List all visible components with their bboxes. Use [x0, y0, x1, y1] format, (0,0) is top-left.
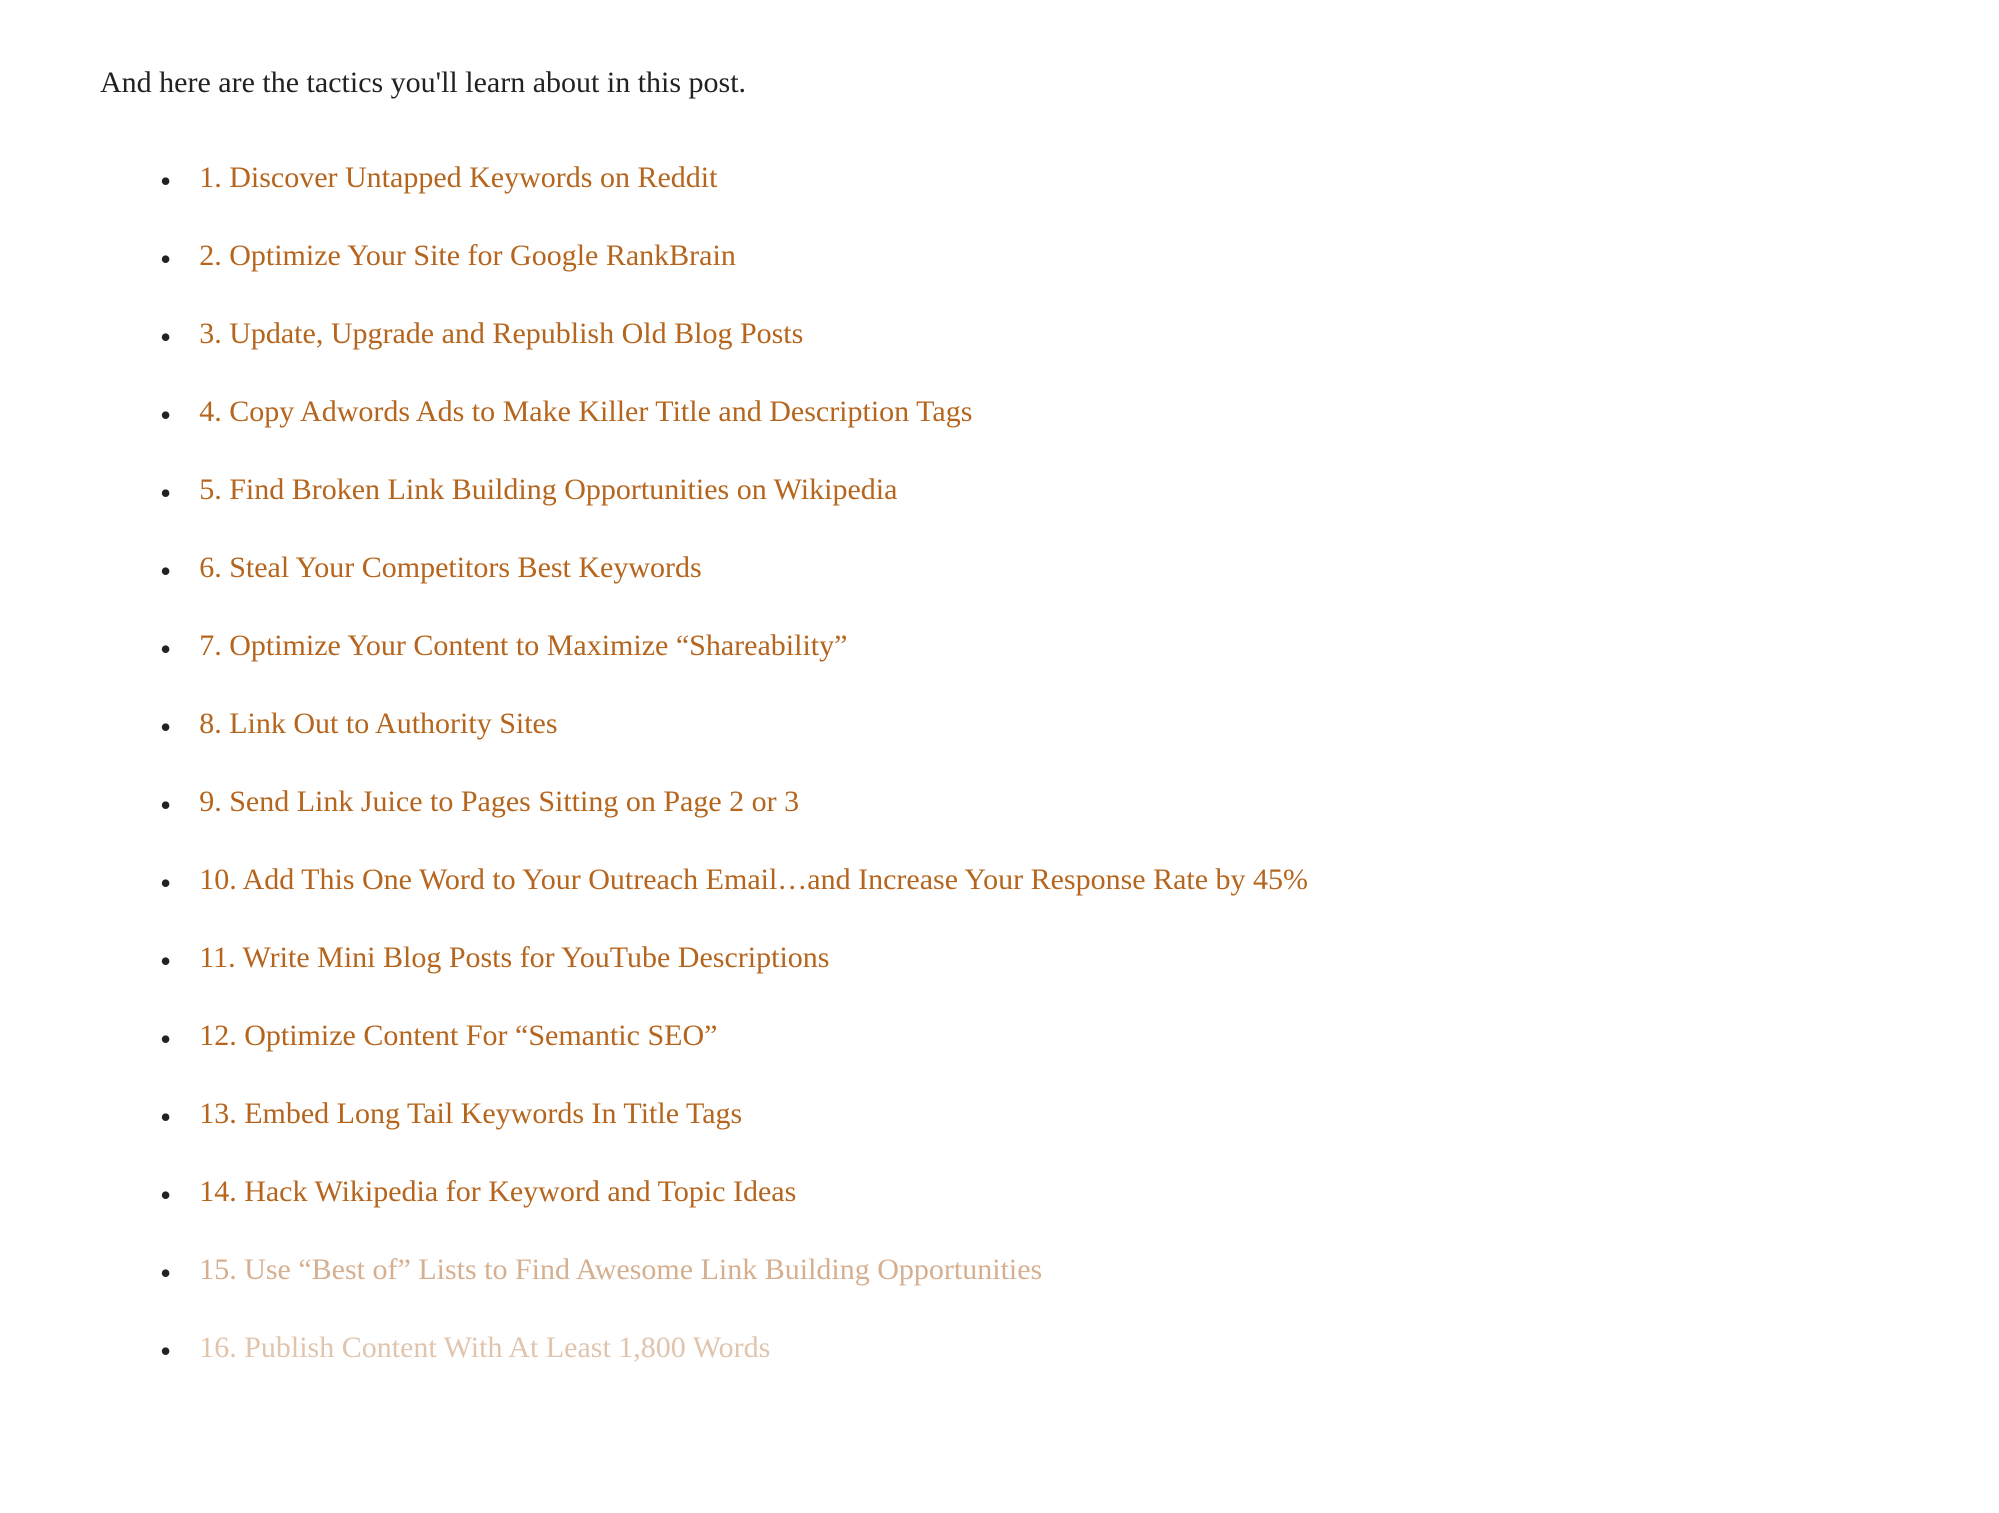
bullet-icon: •	[160, 235, 171, 283]
list-item: • 16. Publish Content With At Least 1,800…	[160, 1325, 1899, 1375]
list-item: • 14. Hack Wikipedia for Keyword and Topi…	[160, 1169, 1899, 1219]
tactic-link-15[interactable]: 15. Use “Best of” Lists to Find Awesome …	[199, 1247, 1042, 1292]
list-item: • 9. Send Link Juice to Pages Sitting on …	[160, 779, 1899, 829]
bullet-icon: •	[160, 1015, 171, 1063]
intro-text: And here are the tactics you'll learn ab…	[100, 60, 1899, 105]
tactic-link-9[interactable]: 9. Send Link Juice to Pages Sitting on P…	[199, 779, 799, 824]
list-item: • 12. Optimize Content For “Semantic SEO”	[160, 1013, 1899, 1063]
list-item: • 7. Optimize Your Content to Maximize “S…	[160, 623, 1899, 673]
tactic-link-8[interactable]: 8. Link Out to Authority Sites	[199, 701, 557, 746]
list-item: • 15. Use “Best of” Lists to Find Awesome…	[160, 1247, 1899, 1297]
bullet-icon: •	[160, 703, 171, 751]
tactic-link-4[interactable]: 4. Copy Adwords Ads to Make Killer Title…	[199, 389, 972, 434]
tactic-link-13[interactable]: 13. Embed Long Tail Keywords In Title Ta…	[199, 1091, 742, 1136]
bullet-icon: •	[160, 625, 171, 673]
bullet-icon: •	[160, 781, 171, 829]
bullet-icon: •	[160, 937, 171, 985]
list-item: • 2. Optimize Your Site for Google RankBr…	[160, 233, 1899, 283]
bullet-icon: •	[160, 469, 171, 517]
list-item: • 5. Find Broken Link Building Opportunit…	[160, 467, 1899, 517]
bullet-icon: •	[160, 391, 171, 439]
tactics-list: • 1. Discover Untapped Keywords on Reddit…	[160, 155, 1899, 1375]
list-item: • 6. Steal Your Competitors Best Keywords	[160, 545, 1899, 595]
tactic-link-2[interactable]: 2. Optimize Your Site for Google RankBra…	[199, 233, 736, 278]
tactic-link-16[interactable]: 16. Publish Content With At Least 1,800 …	[199, 1325, 770, 1370]
bullet-icon: •	[160, 1171, 171, 1219]
bullet-icon: •	[160, 547, 171, 595]
tactic-link-10[interactable]: 10. Add This One Word to Your Outreach E…	[199, 857, 1308, 902]
bullet-icon: •	[160, 859, 171, 907]
tactic-link-14[interactable]: 14. Hack Wikipedia for Keyword and Topic…	[199, 1169, 796, 1214]
list-item: • 3. Update, Upgrade and Republish Old Bl…	[160, 311, 1899, 361]
bullet-icon: •	[160, 157, 171, 205]
tactic-link-5[interactable]: 5. Find Broken Link Building Opportuniti…	[199, 467, 897, 512]
tactic-link-1[interactable]: 1. Discover Untapped Keywords on Reddit	[199, 155, 717, 200]
bullet-icon: •	[160, 313, 171, 361]
tactic-link-3[interactable]: 3. Update, Upgrade and Republish Old Blo…	[199, 311, 803, 356]
bullet-icon: •	[160, 1093, 171, 1141]
bullet-icon: •	[160, 1249, 171, 1297]
tactic-link-11[interactable]: 11. Write Mini Blog Posts for YouTube De…	[199, 935, 829, 980]
tactic-link-7[interactable]: 7. Optimize Your Content to Maximize “Sh…	[199, 623, 847, 668]
list-item: • 11. Write Mini Blog Posts for YouTube D…	[160, 935, 1899, 985]
list-item: • 8. Link Out to Authority Sites	[160, 701, 1899, 751]
list-item: • 4. Copy Adwords Ads to Make Killer Titl…	[160, 389, 1899, 439]
list-item: • 10. Add This One Word to Your Outreach …	[160, 857, 1899, 907]
list-item: • 1. Discover Untapped Keywords on Reddit	[160, 155, 1899, 205]
tactic-link-12[interactable]: 12. Optimize Content For “Semantic SEO”	[199, 1013, 717, 1058]
bullet-icon: •	[160, 1327, 171, 1375]
tactic-link-6[interactable]: 6. Steal Your Competitors Best Keywords	[199, 545, 702, 590]
list-item: • 13. Embed Long Tail Keywords In Title T…	[160, 1091, 1899, 1141]
